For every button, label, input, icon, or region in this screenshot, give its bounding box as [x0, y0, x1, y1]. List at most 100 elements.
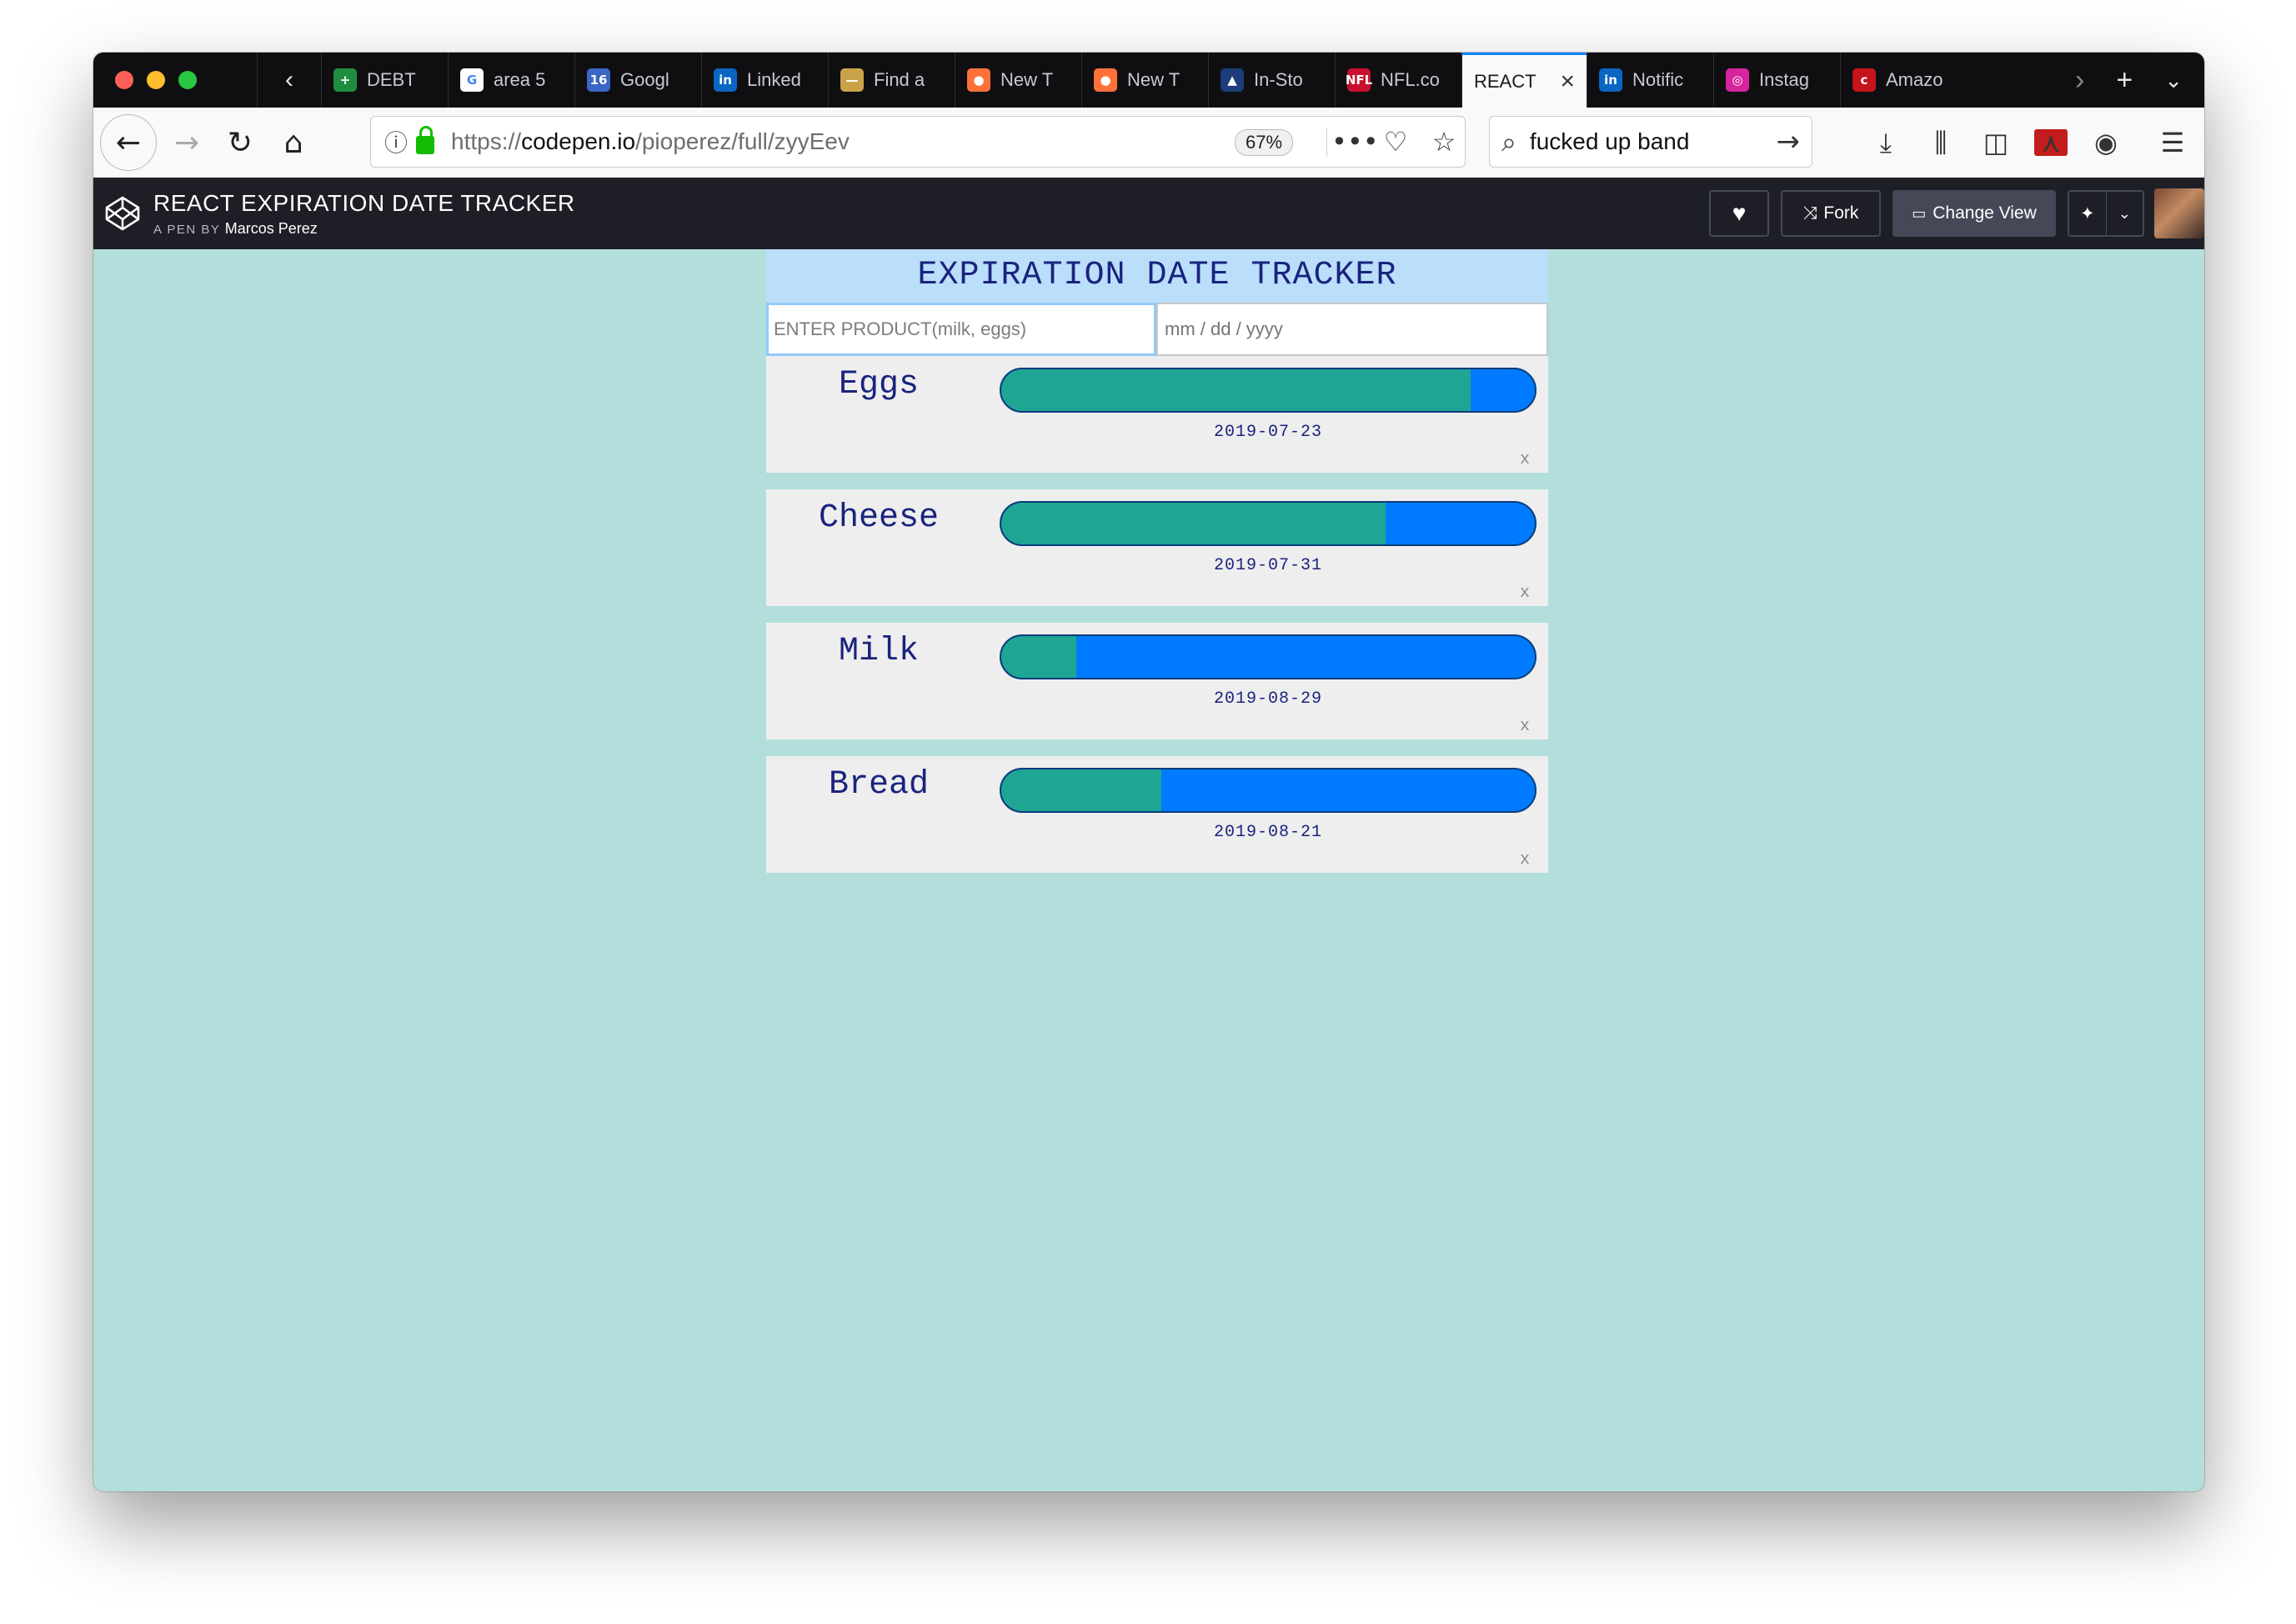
- expiration-progress-bar: [1000, 634, 1537, 679]
- pen-author[interactable]: Marcos Perez: [225, 220, 318, 237]
- search-input[interactable]: fucked up band: [1530, 128, 1690, 155]
- add-product-form: [766, 303, 1548, 356]
- expiration-date: 2019-08-29: [1213, 689, 1323, 709]
- maximize-window-button[interactable]: [178, 71, 197, 89]
- love-button[interactable]: ♥: [1709, 190, 1769, 237]
- pen-title-block: REACT EXPIRATION DATE TRACKER A PEN BY M…: [153, 190, 575, 238]
- search-icon: ⌕: [1501, 125, 1516, 158]
- scroll-tabs-right-icon[interactable]: ›: [2075, 64, 2084, 97]
- bookmark-star-icon[interactable]: ☆: [1428, 126, 1460, 158]
- tab-label: Amazo: [1886, 69, 1943, 90]
- product-item: Eggs 2019-07-23 x: [766, 356, 1548, 473]
- menu-icon[interactable]: ☰: [2156, 127, 2189, 158]
- browser-tab[interactable]: Garea 5: [448, 53, 574, 108]
- browser-tab[interactable]: in Notific: [1587, 53, 1713, 108]
- minimize-window-button[interactable]: [147, 71, 165, 89]
- tab-label: Googl: [620, 69, 669, 90]
- tab-label: DEBT: [367, 69, 416, 90]
- browser-tab[interactable]: REACT ×: [1461, 53, 1587, 108]
- nfl-icon: NFL: [1346, 68, 1372, 92]
- address-bar[interactable]: ⓘ https://codepen.io/pioperez/full/zyyEe…: [370, 116, 1466, 168]
- fork-button[interactable]: ⤨ Fork: [1781, 190, 1881, 237]
- remove-item-button[interactable]: x: [1520, 584, 1530, 603]
- url-text[interactable]: https://codepen.io/pioperez/full/zyyEev: [451, 128, 850, 155]
- library-icon[interactable]: ⫼: [1924, 127, 1958, 159]
- search-bar[interactable]: ⌕ fucked up band →: [1489, 116, 1812, 168]
- new-tab-icon[interactable]: +: [2116, 64, 2133, 97]
- avatar[interactable]: [2154, 188, 2204, 238]
- pdf-icon[interactable]: ⋏: [2034, 127, 2068, 158]
- pocket-icon[interactable]: ♡: [1380, 126, 1411, 158]
- tab-actions: › + ⌄: [2053, 53, 2204, 108]
- expiration-progress-bar: [1000, 501, 1537, 546]
- tab-label: Instag: [1759, 69, 1809, 90]
- change-view-button[interactable]: ▭ Change View: [1892, 190, 2056, 237]
- sidebar-icon[interactable]: ◫: [1979, 127, 2013, 158]
- expiration-progress-bar: [1000, 368, 1537, 413]
- browser-tab[interactable]: in Linked: [701, 53, 828, 108]
- search-go-icon[interactable]: →: [1777, 125, 1801, 158]
- back-icon[interactable]: ←: [100, 114, 157, 171]
- account-icon[interactable]: ◉: [2089, 127, 2123, 158]
- progress-fill: [1001, 503, 1386, 544]
- progress-fill: [1001, 636, 1076, 678]
- codepen-logo-icon[interactable]: [103, 194, 142, 233]
- tab-label: REACT: [1474, 70, 1537, 92]
- fork-icon: ⤨: [1802, 203, 1817, 223]
- site-info-icon[interactable]: ⓘ: [384, 125, 408, 158]
- progress-fill: [1001, 369, 1471, 411]
- list-all-tabs-icon[interactable]: ⌄: [2164, 68, 2183, 93]
- pen-title: REACT EXPIRATION DATE TRACKER: [153, 189, 575, 216]
- forward-icon[interactable]: →: [163, 119, 210, 166]
- product-item: Milk 2019-08-29 x: [766, 623, 1548, 739]
- browser-tab[interactable]: 16 Googl: [574, 53, 701, 108]
- close-tab-icon[interactable]: ×: [1560, 68, 1575, 96]
- remove-item-button[interactable]: x: [1520, 450, 1530, 469]
- browser-tab[interactable]: ◎ Instag: [1713, 53, 1840, 108]
- downloads-icon[interactable]: ⤓: [1869, 127, 1902, 159]
- zoom-level-badge[interactable]: 67%: [1235, 129, 1294, 156]
- home-icon[interactable]: ⌂: [270, 119, 317, 166]
- tab-label: area 5: [494, 69, 546, 90]
- more-actions-icon[interactable]: •••: [1331, 126, 1379, 158]
- firefox-icon: ●: [1094, 68, 1117, 92]
- view-icon: ▭: [1912, 204, 1927, 222]
- close-window-button[interactable]: [115, 71, 133, 89]
- reload-icon[interactable]: ↻: [217, 119, 263, 166]
- chevron-down-icon[interactable]: ⌄: [2105, 192, 2143, 235]
- browser-tab[interactable]: ▲ In-Sto: [1208, 53, 1335, 108]
- product-input[interactable]: [766, 303, 1156, 356]
- progress-fill: [1001, 769, 1161, 811]
- tab-label: Notific: [1632, 69, 1684, 90]
- date-input[interactable]: [1156, 303, 1548, 356]
- browser-tab[interactable]: + DEBT: [321, 53, 448, 108]
- scroll-tabs-left-icon[interactable]: ‹: [257, 53, 321, 108]
- page-actions: ••• ♡ ☆: [1331, 117, 1460, 167]
- navigation-bar: ← → ↻ ⌂ ⓘ https://codepen.io/pioperez/fu…: [93, 108, 2204, 178]
- browser-tab[interactable]: ● New T: [955, 53, 1081, 108]
- instagram-icon: ◎: [1726, 68, 1749, 92]
- browser-tab[interactable]: c Amazo: [1840, 53, 1967, 108]
- chevrolet-icon: —: [840, 68, 864, 92]
- mountain-icon: ▲: [1221, 68, 1244, 92]
- window-controls: [93, 53, 257, 108]
- product-list: Eggs 2019-07-23 x Cheese 2019-07-31 x Mi…: [766, 356, 1548, 873]
- remove-item-button[interactable]: x: [1520, 717, 1530, 736]
- linkedin-icon: in: [1599, 68, 1622, 92]
- product-item: Cheese 2019-07-31 x: [766, 489, 1548, 606]
- toolbar-icons: ⤓ ⫼ ◫ ⋏ ◉ ☰: [1869, 108, 2189, 178]
- tab-label: In-Sto: [1254, 69, 1303, 90]
- remove-item-button[interactable]: x: [1520, 850, 1530, 870]
- browser-window: ‹ + DEBT Garea 5 16 Googl in Linked — Find a ● New…: [93, 53, 2204, 1491]
- tab-strip: ‹ + DEBT Garea 5 16 Googl in Linked — Find a ● New…: [93, 53, 2204, 108]
- product-name: Cheese: [818, 499, 940, 537]
- expiration-progress-bar: [1000, 768, 1537, 813]
- pin-icon: ✦: [2079, 203, 2095, 223]
- google-icon: G: [460, 68, 484, 92]
- codepen-header: REACT EXPIRATION DATE TRACKER A PEN BY M…: [93, 178, 2204, 249]
- browser-tab[interactable]: ● New T: [1081, 53, 1208, 108]
- pin-button[interactable]: ✦ ⌄: [2068, 190, 2144, 237]
- browser-tab[interactable]: NFL NFL.co: [1335, 53, 1461, 108]
- firefox-icon: ●: [967, 68, 990, 92]
- browser-tab[interactable]: — Find a: [828, 53, 955, 108]
